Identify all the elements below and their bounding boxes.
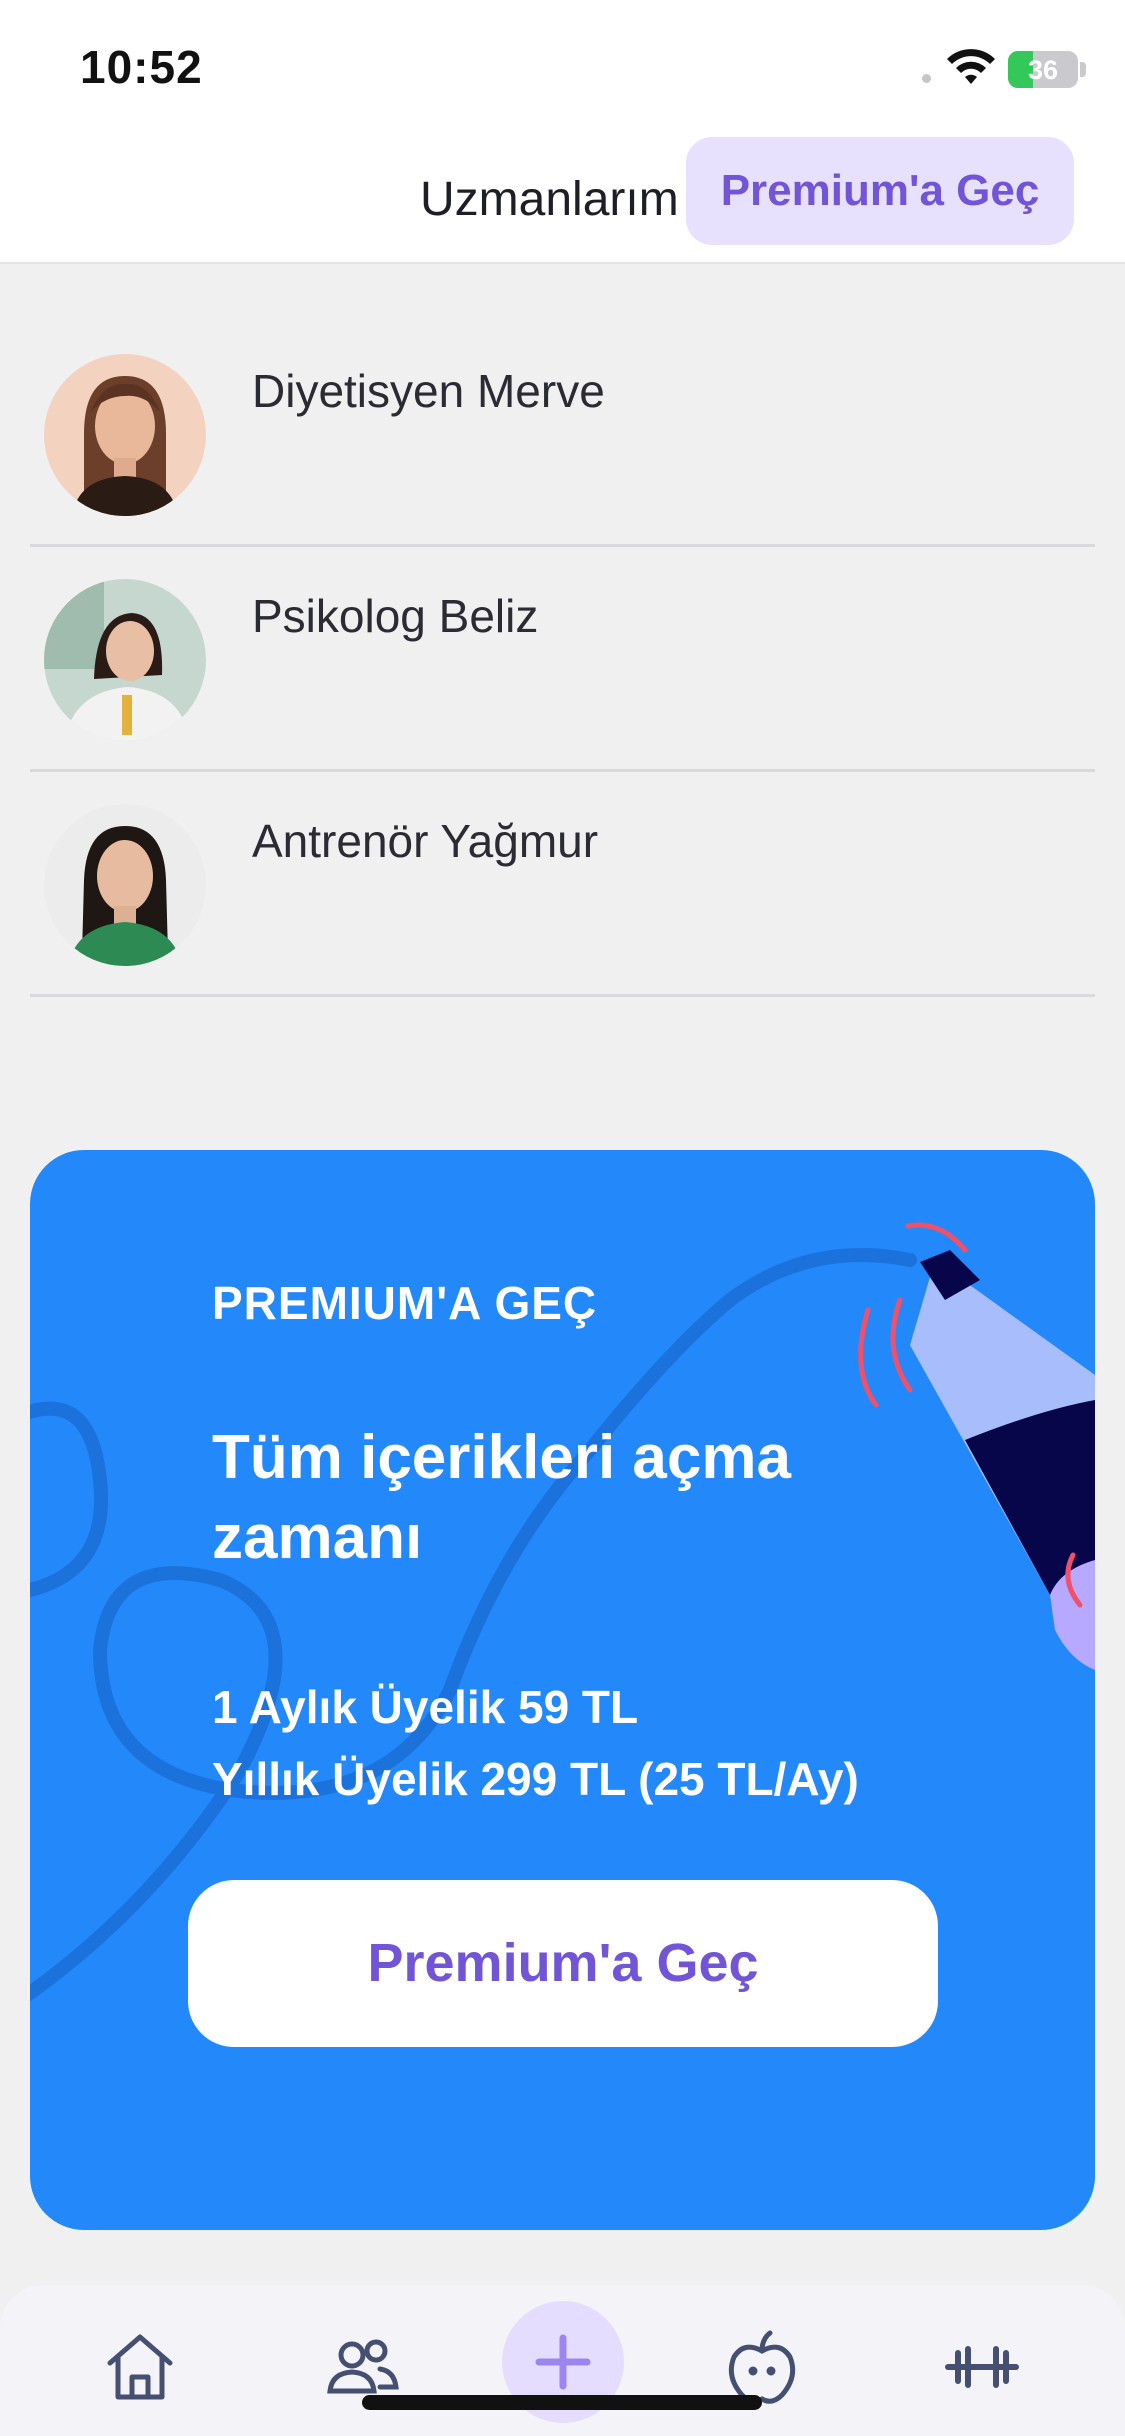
wifi-icon	[947, 49, 995, 84]
expert-name: Antrenör Yağmur	[252, 815, 599, 867]
expert-list: Diyetisyen Merve Psikolog Beliz Antrenör…	[30, 322, 1095, 997]
expert-item-yagmur[interactable]: Antrenör Yağmur	[30, 772, 1095, 997]
dumbbell-icon	[945, 2346, 1019, 2388]
go-premium-button[interactable]: Premium'a Geç	[188, 1880, 938, 2047]
battery-nub	[1080, 62, 1086, 77]
avatar	[44, 804, 206, 966]
tab-bar	[0, 2285, 1125, 2436]
battery-level: 36	[1027, 55, 1059, 85]
battery-charging-icon: 36	[1008, 51, 1078, 88]
card-eyebrow: PREMIUM'A GEÇ	[212, 1277, 598, 1329]
tab-home[interactable]	[100, 2327, 180, 2407]
card-heading: Tüm içerikleri açma zamanı	[212, 1423, 791, 1572]
expert-item-beliz[interactable]: Psikolog Beliz	[30, 547, 1095, 772]
avatar	[44, 354, 206, 516]
nav-bar: Uzmanlarım Premium'a Geç	[0, 132, 1125, 264]
premium-button[interactable]: Premium'a Geç	[686, 137, 1074, 245]
expert-name: Psikolog Beliz	[252, 590, 539, 642]
yearly-price: Yıllık Üyelik 299 TL (25 TL/Ay)	[212, 1753, 859, 1805]
expert-item-merve[interactable]: Diyetisyen Merve	[30, 322, 1095, 547]
page-title: Uzmanlarım	[420, 173, 679, 226]
status-bar: 10:52 36	[0, 0, 1125, 132]
monthly-price: 1 Aylık Üyelik 59 TL	[212, 1681, 639, 1733]
status-dot	[922, 74, 931, 83]
status-time: 10:52	[80, 41, 203, 93]
home-indicator	[362, 2395, 762, 2410]
avatar	[44, 579, 206, 741]
home-icon	[107, 2334, 173, 2400]
tab-workout[interactable]	[942, 2327, 1022, 2407]
premium-card: PREMIUM'A GEÇ Tüm içerikleri açma zamanı…	[30, 1150, 1095, 2230]
expert-name: Diyetisyen Merve	[252, 365, 605, 417]
